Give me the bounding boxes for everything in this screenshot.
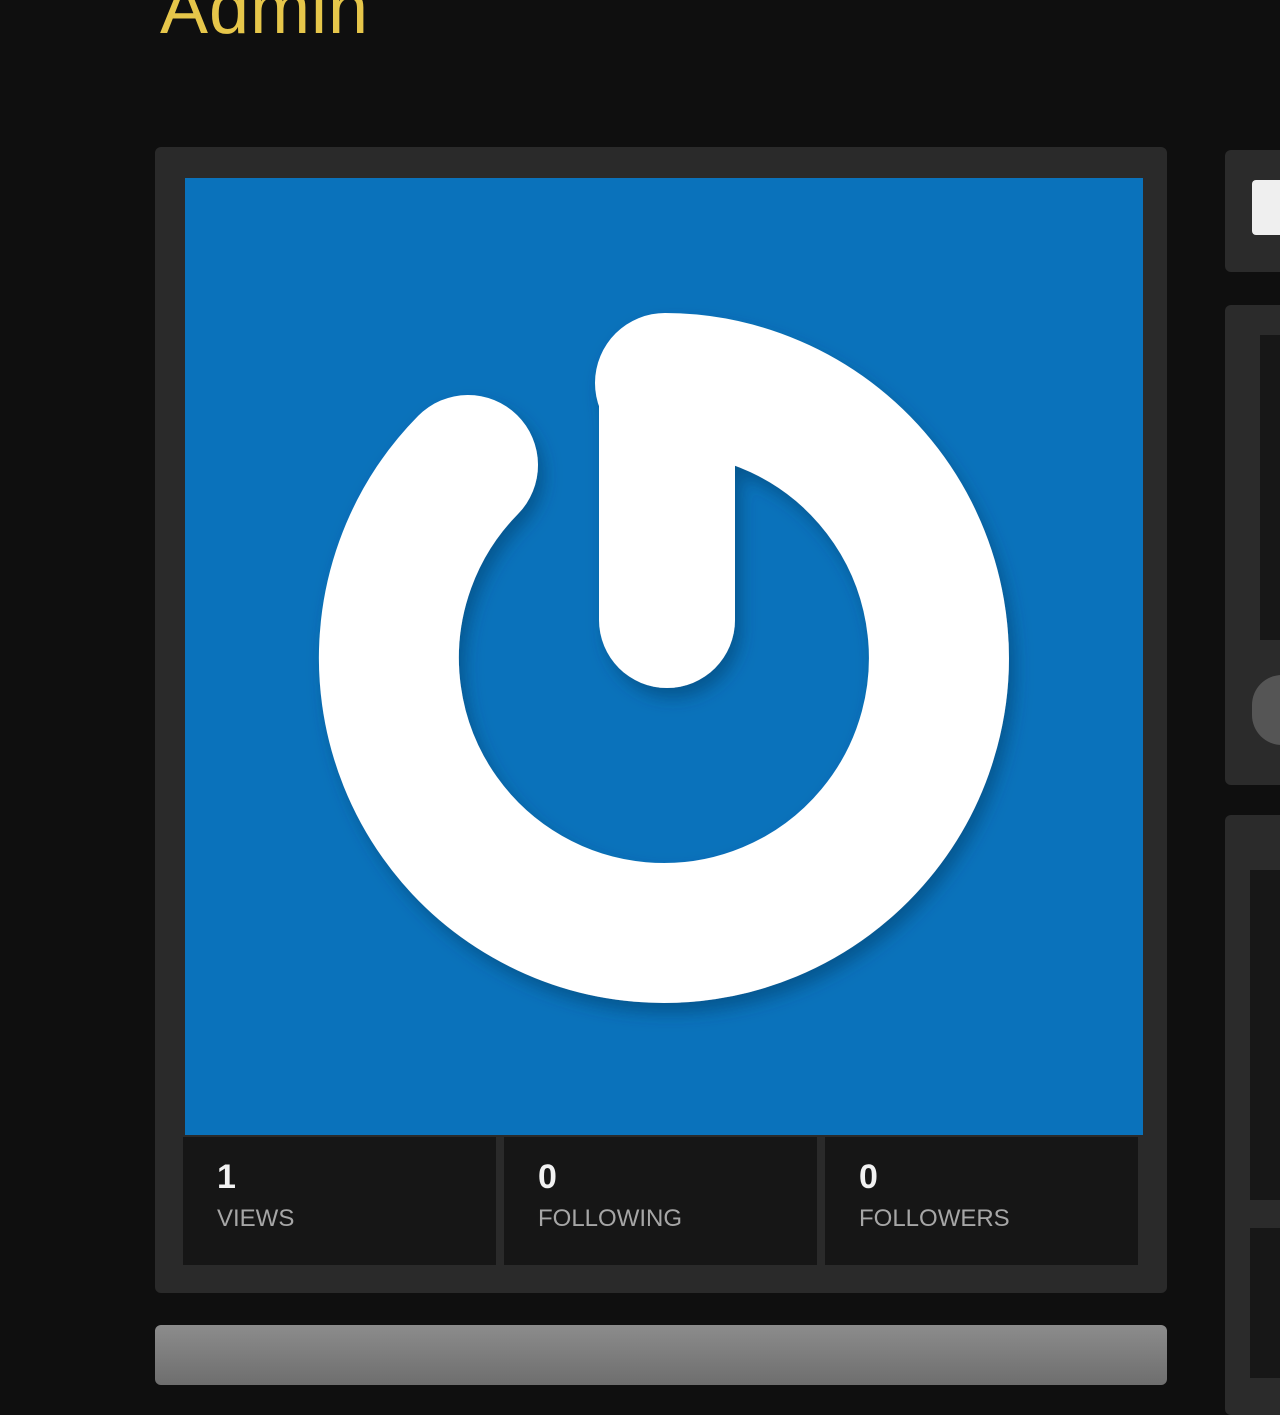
stat-value: 0: [859, 1158, 878, 1196]
side-inset: [1250, 1228, 1280, 1378]
side-inset: [1260, 335, 1280, 640]
stat-value: 0: [538, 1158, 557, 1196]
stat-views[interactable]: 1 VIEWS: [183, 1137, 496, 1265]
stat-followers[interactable]: 0 FOLLOWERS: [825, 1137, 1138, 1265]
side-button[interactable]: [1252, 180, 1280, 235]
stat-following[interactable]: 0 FOLLOWING: [504, 1137, 817, 1265]
stat-label: VIEWS: [217, 1205, 295, 1232]
stat-value: 1: [217, 1158, 236, 1196]
stats-row: 1 VIEWS 0 FOLLOWING 0 FOLLOWERS: [183, 1137, 1138, 1265]
profile-name: Admin: [160, 0, 370, 49]
avatar[interactable]: [185, 178, 1143, 1135]
side-inset: [1250, 870, 1280, 1200]
gravatar-logo-icon: [318, 313, 1009, 1003]
stat-label: FOLLOWERS: [859, 1205, 1010, 1232]
profile-card: 1 VIEWS 0 FOLLOWING 0 FOLLOWERS: [155, 147, 1167, 1293]
stat-label: FOLLOWING: [538, 1205, 683, 1232]
info-panel: [155, 1325, 1167, 1385]
